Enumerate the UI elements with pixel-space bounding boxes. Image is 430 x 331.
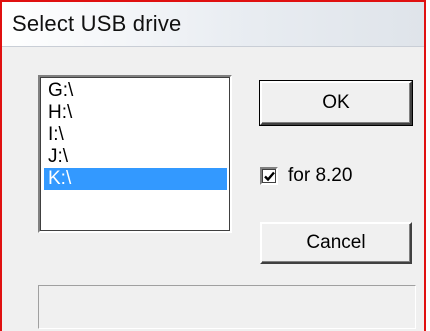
ok-button[interactable]: OK <box>259 80 413 126</box>
drive-listbox[interactable]: G:\ H:\ I:\ J:\ K:\ <box>38 75 232 233</box>
drive-list-item[interactable]: G:\ <box>44 80 227 102</box>
drive-list-item[interactable]: I:\ <box>44 124 227 146</box>
title-bar[interactable]: Select USB drive <box>2 2 424 47</box>
version-option[interactable]: for 8.20 <box>260 165 352 187</box>
window-title: Select USB drive <box>12 11 182 36</box>
checkmark-icon <box>264 171 275 182</box>
drive-list-item[interactable]: K:\ <box>44 168 227 190</box>
drive-list: G:\ H:\ I:\ J:\ K:\ <box>44 80 227 190</box>
drive-list-item[interactable]: H:\ <box>44 102 227 124</box>
version-checkbox[interactable] <box>260 167 278 185</box>
drive-list-item[interactable]: J:\ <box>44 146 227 168</box>
version-checkbox-label: for 8.20 <box>288 165 353 186</box>
dialog-client-area: G:\ H:\ I:\ J:\ K:\ OK for 8.20 Cancel <box>2 47 424 331</box>
dialog-window: Select USB drive G:\ H:\ I:\ J:\ K:\ OK for … <box>0 0 426 331</box>
status-field <box>38 285 416 329</box>
cancel-button[interactable]: Cancel <box>260 222 412 264</box>
